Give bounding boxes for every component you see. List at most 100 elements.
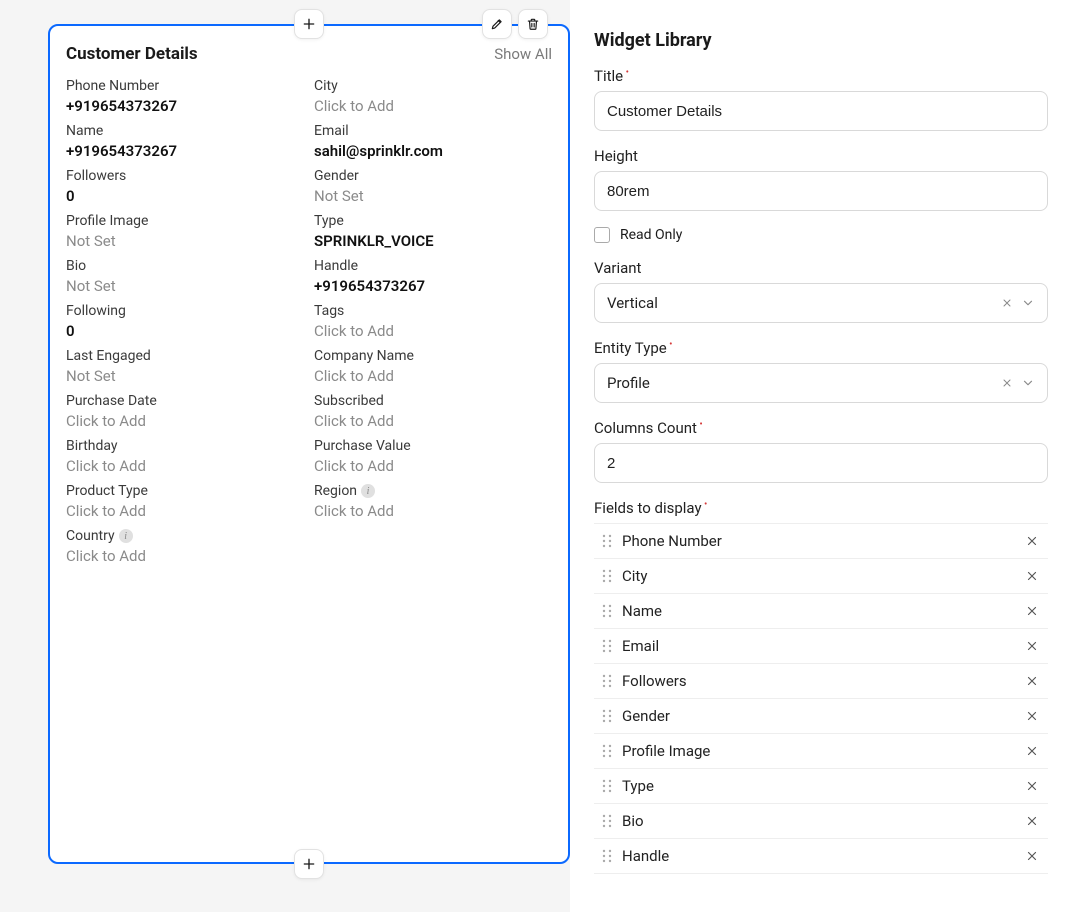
drag-handle-icon[interactable]	[602, 709, 612, 723]
remove-field-button[interactable]	[1020, 529, 1044, 553]
detail-field: Bio Not Set	[66, 258, 304, 295]
detail-field-value: 0	[66, 187, 304, 205]
detail-field-label: Purchase Date	[66, 393, 304, 409]
remove-field-button[interactable]	[1020, 774, 1044, 798]
info-icon[interactable]: i	[119, 529, 133, 543]
detail-field-label: Product Type	[66, 483, 304, 499]
field-list-item[interactable]: Handle	[594, 839, 1048, 874]
widget-card-wrap: Customer Details Show All Phone Number+9…	[48, 24, 570, 864]
detail-field-label: Subscribed	[314, 393, 552, 409]
drag-handle-icon[interactable]	[602, 569, 612, 583]
title-input[interactable]	[594, 91, 1048, 131]
field-list-item[interactable]: Followers	[594, 664, 1048, 699]
detail-field-label: Handle	[314, 258, 552, 274]
detail-field: Emailsahil@sprinklr.com	[314, 123, 552, 160]
detail-field-value[interactable]: Click to Add	[314, 322, 552, 340]
detail-field-value[interactable]: Click to Add	[314, 367, 552, 385]
detail-field-value[interactable]: Click to Add	[314, 412, 552, 430]
detail-field-value[interactable]: Click to Add	[314, 457, 552, 475]
detail-field[interactable]: CountryiClick to Add	[66, 528, 304, 565]
detail-field-value: 0	[66, 322, 304, 340]
field-list-item-label: Name	[622, 602, 662, 620]
delete-widget-button[interactable]	[518, 9, 548, 39]
field-list-item[interactable]: Type	[594, 769, 1048, 804]
columns-label: Columns Count	[594, 419, 1048, 437]
field-list-item[interactable]: Phone Number	[594, 524, 1048, 559]
columns-input[interactable]	[594, 443, 1048, 483]
entity-type-select[interactable]: Profile	[594, 363, 1048, 403]
info-icon[interactable]: i	[361, 484, 375, 498]
variant-select[interactable]: Vertical	[594, 283, 1048, 323]
drag-handle-icon[interactable]	[602, 674, 612, 688]
field-list-item-label: Gender	[622, 707, 670, 725]
drag-handle-icon[interactable]	[602, 744, 612, 758]
detail-field-label: Email	[314, 123, 552, 139]
chevron-down-icon	[1021, 376, 1035, 390]
drag-handle-icon[interactable]	[602, 534, 612, 548]
field-list-item-label: Profile Image	[622, 742, 710, 760]
remove-field-button[interactable]	[1020, 809, 1044, 833]
detail-field-label: City	[314, 78, 552, 94]
detail-field: Profile ImageNot Set	[66, 213, 304, 250]
remove-field-button[interactable]	[1020, 739, 1044, 763]
entity-type-value: Profile	[607, 374, 650, 392]
detail-field: Name+919654373267	[66, 123, 304, 160]
title-label: Title	[594, 67, 1048, 85]
add-widget-top-button[interactable]	[294, 9, 324, 39]
detail-field-value[interactable]: Click to Add	[66, 457, 304, 475]
field-list-item[interactable]: Bio	[594, 804, 1048, 839]
detail-field-value: Not Set	[66, 232, 304, 250]
detail-field[interactable]: Purchase Date Click to Add	[66, 393, 304, 430]
drag-handle-icon[interactable]	[602, 604, 612, 618]
field-list-item[interactable]: Profile Image	[594, 734, 1048, 769]
detail-field-value: Not Set	[66, 367, 304, 385]
drag-handle-icon[interactable]	[602, 779, 612, 793]
remove-field-button[interactable]	[1020, 634, 1044, 658]
detail-field-label: Following	[66, 303, 304, 319]
detail-field[interactable]: Company NameClick to Add	[314, 348, 552, 385]
remove-field-button[interactable]	[1020, 599, 1044, 623]
detail-field: Followers 0	[66, 168, 304, 205]
remove-field-button[interactable]	[1020, 564, 1044, 588]
detail-field-value: +919654373267	[314, 277, 552, 295]
detail-field[interactable]: City Click to Add	[314, 78, 552, 115]
height-input[interactable]	[594, 171, 1048, 211]
field-list-item[interactable]: Email	[594, 629, 1048, 664]
drag-handle-icon[interactable]	[602, 814, 612, 828]
detail-field[interactable]: Subscribed Click to Add	[314, 393, 552, 430]
plus-icon	[301, 16, 317, 32]
customer-details-card[interactable]: Customer Details Show All Phone Number+9…	[48, 24, 570, 864]
detail-field-value[interactable]: Click to Add	[66, 502, 304, 520]
field-list-item[interactable]: Gender	[594, 699, 1048, 734]
clear-icon[interactable]	[1001, 297, 1013, 309]
detail-field-value[interactable]: Click to Add	[66, 412, 304, 430]
detail-field-value[interactable]: Click to Add	[314, 97, 552, 115]
detail-field[interactable]: RegioniClick to Add	[314, 483, 552, 520]
field-list-item-label: Type	[622, 777, 654, 795]
remove-field-button[interactable]	[1020, 704, 1044, 728]
detail-field: TypeSPRINKLR_VOICE	[314, 213, 552, 250]
detail-field-label: Followers	[66, 168, 304, 184]
add-widget-bottom-button[interactable]	[294, 849, 324, 879]
detail-field-value[interactable]: Click to Add	[66, 547, 304, 565]
show-all-link[interactable]: Show All	[494, 45, 552, 63]
detail-field[interactable]: BirthdayClick to Add	[66, 438, 304, 475]
detail-field-value[interactable]: Click to Add	[314, 502, 552, 520]
detail-field-label: Phone Number	[66, 78, 304, 94]
detail-field-value: Not Set	[66, 277, 304, 295]
remove-field-button[interactable]	[1020, 669, 1044, 693]
drag-handle-icon[interactable]	[602, 849, 612, 863]
field-list-item[interactable]: Name	[594, 594, 1048, 629]
drag-handle-icon[interactable]	[602, 639, 612, 653]
clear-icon[interactable]	[1001, 377, 1013, 389]
field-list-item[interactable]: City	[594, 559, 1048, 594]
edit-widget-button[interactable]	[482, 9, 512, 39]
detail-field[interactable]: Product Type Click to Add	[66, 483, 304, 520]
trash-icon	[526, 17, 540, 31]
detail-field[interactable]: Purchase ValueClick to Add	[314, 438, 552, 475]
detail-field[interactable]: TagsClick to Add	[314, 303, 552, 340]
detail-field: Handle +919654373267	[314, 258, 552, 295]
remove-field-button[interactable]	[1020, 844, 1044, 868]
read-only-checkbox[interactable]	[594, 227, 610, 243]
detail-field-label: Bio	[66, 258, 304, 274]
